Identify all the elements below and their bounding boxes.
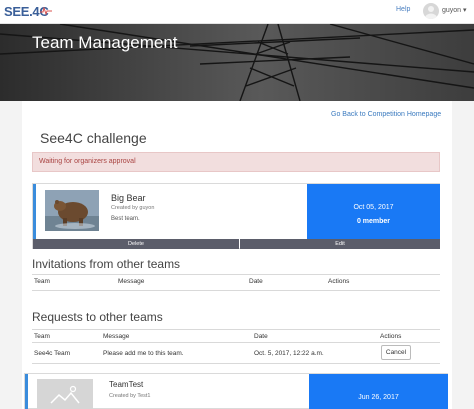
challenge-title: See4C challenge (40, 130, 147, 146)
team-name: Big Bear (111, 193, 146, 203)
team-creator: Created by Test1 (109, 393, 151, 399)
team-creator: Created by guyon (111, 205, 155, 211)
requests-heading: Requests to other teams (32, 310, 163, 324)
status-alert: Waiting for organizers approval (32, 152, 440, 172)
card-accent-stripe (33, 184, 36, 239)
divider (32, 274, 440, 275)
team-info-box: Oct 05, 2017 0 member (307, 184, 440, 239)
column-header: Team (34, 333, 50, 340)
avatar[interactable] (423, 3, 439, 19)
placeholder-image-icon (37, 379, 93, 409)
request-message: Please add me to this team. (103, 350, 184, 357)
team-date: Oct 05, 2017 (353, 204, 394, 211)
team-member-count: 0 member (356, 218, 391, 225)
top-navbar: SEE.4C Help guyon ▾ (0, 0, 474, 24)
hero-banner: Team Management (0, 24, 474, 101)
user-menu[interactable]: guyon ▾ (442, 6, 467, 14)
column-header: Date (249, 278, 263, 285)
team-description: Best team. (111, 216, 140, 222)
team-image (45, 190, 99, 231)
divider (32, 363, 440, 364)
invitations-heading: Invitations from other teams (32, 257, 181, 271)
team-card: TeamTest Created by Test1 Jun 26, 2017 (24, 373, 448, 409)
column-header: Team (34, 278, 50, 285)
alert-text: Waiting for organizers approval (39, 158, 136, 165)
team-info-box: Jun 26, 2017 (309, 374, 448, 409)
edit-team-button[interactable]: Edit (240, 239, 440, 249)
divider (32, 342, 440, 343)
delete-team-button[interactable]: Delete (33, 239, 239, 249)
user-icon (425, 6, 437, 19)
column-header: Date (254, 333, 268, 340)
logo[interactable]: SEE.4C (4, 3, 52, 21)
page-title: Team Management (32, 33, 178, 52)
divider (32, 329, 440, 330)
back-to-competition-link[interactable]: Go Back to Competition Homepage (331, 111, 441, 118)
card-accent-stripe (25, 374, 28, 409)
request-date: Oct. 5, 2017, 12:22 a.m. (254, 350, 324, 357)
heartbeat-icon (40, 7, 52, 15)
request-team: See4c Team (34, 350, 71, 357)
team-name: TeamTest (109, 380, 144, 389)
column-header: Actions (328, 278, 350, 285)
column-header: Message (103, 333, 130, 340)
bear-image (45, 190, 99, 231)
team-image-placeholder (37, 379, 93, 409)
cancel-request-button[interactable]: Cancel (381, 345, 411, 360)
team-date: Jun 26, 2017 (358, 394, 399, 401)
invitations-table-header: Team Message Date Actions (32, 278, 440, 290)
divider (32, 290, 440, 291)
column-header: Actions (380, 333, 402, 340)
requests-table-header: Team Message Date Actions (32, 333, 440, 345)
help-link[interactable]: Help (396, 6, 410, 13)
team-card: Big Bear Created by guyon Best team. Oct… (32, 183, 440, 249)
column-header: Message (118, 278, 145, 285)
